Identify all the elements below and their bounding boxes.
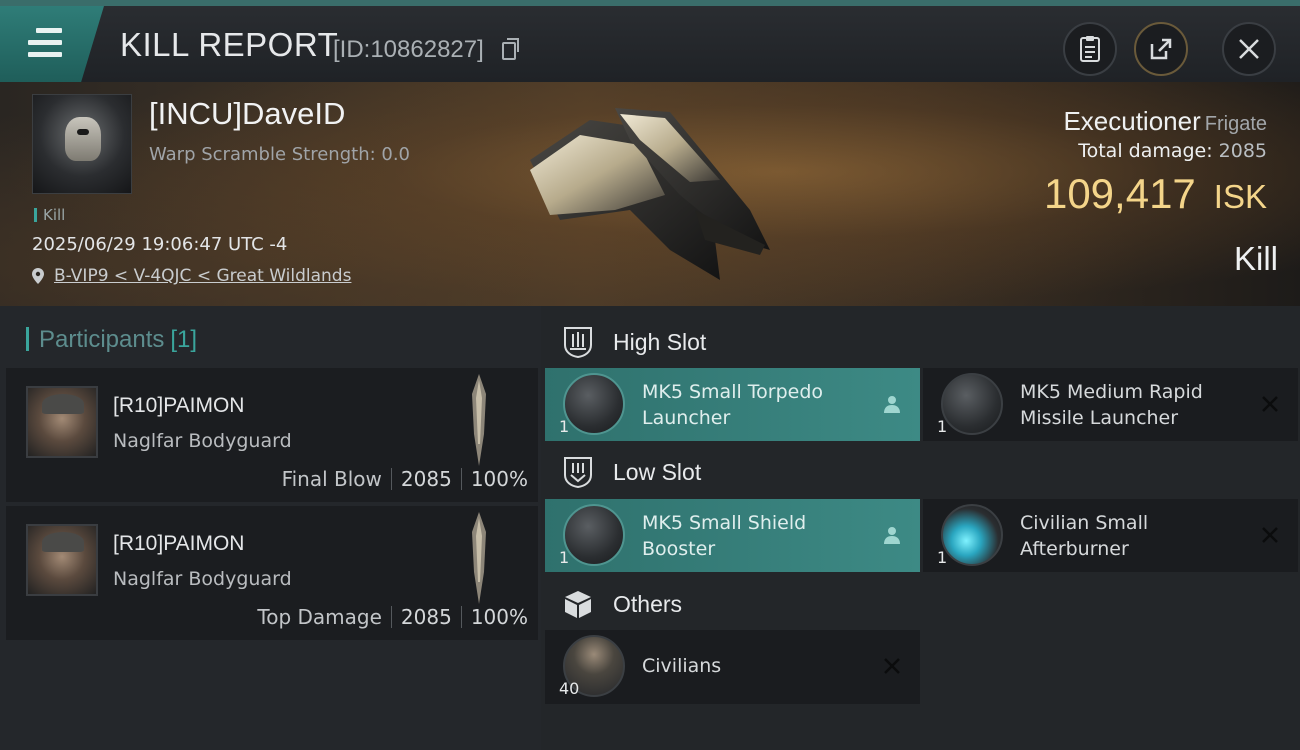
others-header: Others <box>561 584 682 624</box>
module-quantity: 1 <box>937 548 948 567</box>
destroyed-x-icon <box>1262 396 1278 412</box>
victim-avatar[interactable] <box>32 94 132 194</box>
low-slot-icon <box>564 457 592 489</box>
participant-ship-icon <box>472 512 486 604</box>
participant-ship: Naglfar Bodyguard <box>113 430 292 452</box>
participant-row[interactable]: [R10]PAIMON Naglfar Bodyguard Final Blow… <box>6 368 538 502</box>
torpedo-launcher-icon <box>563 373 625 435</box>
missile-launcher-icon <box>941 373 1003 435</box>
participant-avatar <box>26 524 98 596</box>
module-name: Civilian Small Afterburner <box>1020 512 1149 560</box>
module-item[interactable]: 1 MK5 Medium Rapid Missile Launcher <box>923 368 1298 441</box>
kill-timestamp: 2025/06/29 19:06:47 UTC -4 <box>32 234 288 255</box>
participant-name: [R10]PAIMON <box>113 532 245 555</box>
kill-tag: Kill <box>34 206 65 224</box>
participant-row[interactable]: [R10]PAIMON Naglfar Bodyguard Top Damage… <box>6 506 538 640</box>
victim-ship[interactable]: Executioner Frigate <box>1063 106 1267 137</box>
afterburner-icon <box>941 504 1003 566</box>
participant-name: [R10]PAIMON <box>113 394 245 417</box>
page-title: KILL REPORT <box>120 26 339 63</box>
destroyed-x-icon <box>884 658 900 674</box>
participants-header: Participants [1] <box>26 326 197 354</box>
module-item[interactable]: 40 Civilians <box>545 630 920 704</box>
module-quantity: 1 <box>559 548 570 567</box>
victim-name[interactable]: [INCU]DaveID <box>149 96 345 132</box>
report-id: [ID:10862827] <box>333 36 484 63</box>
share-button[interactable] <box>1134 22 1188 76</box>
participant-avatar <box>26 386 98 458</box>
hamburger-icon <box>28 28 62 64</box>
dropped-person-icon <box>884 396 900 413</box>
participant-ship: Naglfar Bodyguard <box>113 568 292 590</box>
module-quantity: 1 <box>937 417 948 436</box>
total-damage: Total damage: 2085 <box>1078 140 1267 162</box>
cargo-box-icon <box>565 591 591 618</box>
module-name: MK5 Small Torpedo Launcher <box>642 381 824 429</box>
module-quantity: 40 <box>559 679 580 698</box>
module-quantity: 1 <box>559 417 570 436</box>
kill-summary-panel: [INCU]DaveID Warp Scramble Strength: 0.0… <box>0 82 1300 306</box>
high-slot-header: High Slot <box>561 322 706 362</box>
module-name: MK5 Small Shield Booster <box>642 512 807 560</box>
share-icon <box>1150 38 1172 60</box>
module-name: Civilians <box>642 655 722 677</box>
module-item[interactable]: 1 Civilian Small Afterburner <box>923 499 1298 572</box>
kill-location[interactable]: B-VIP9 < V-4QJC < Great Wildlands <box>32 266 351 286</box>
destroyed-x-icon <box>1262 527 1278 543</box>
module-item[interactable]: 1 MK5 Small Torpedo Launcher <box>545 368 920 441</box>
module-item[interactable]: 1 MK5 Small Shield Booster <box>545 499 920 572</box>
fittings-panel: High Slot 1 MK5 Small Torpedo Launcher 1 … <box>541 306 1300 750</box>
dropped-person-icon <box>884 527 900 544</box>
module-name: MK5 Medium Rapid Missile Launcher <box>1020 381 1203 429</box>
participants-panel: Participants [1] [R10]PAIMON Naglfar Body… <box>0 306 541 750</box>
shield-booster-icon <box>563 504 625 566</box>
clipboard-button[interactable] <box>1063 22 1117 76</box>
copy-icon[interactable] <box>502 38 519 60</box>
participant-stats: Top Damage 2085 100% <box>257 605 528 629</box>
top-bar: KILL REPORT [ID:10862827] <box>0 0 1300 82</box>
ship-image <box>530 108 770 280</box>
clipboard-icon <box>1080 36 1100 62</box>
menu-button[interactable] <box>0 6 104 82</box>
high-slot-icon <box>564 327 592 359</box>
warp-scramble-strength: Warp Scramble Strength: 0.0 <box>149 144 411 165</box>
location-pin-icon <box>32 268 44 284</box>
kill-type-label: Kill <box>1233 240 1278 277</box>
close-button[interactable] <box>1222 22 1276 76</box>
close-icon <box>1239 39 1259 59</box>
low-slot-header: Low Slot <box>561 452 701 492</box>
participant-stats: Final Blow 2085 100% <box>281 467 528 491</box>
isk-value: 109,417 ISK <box>1043 170 1267 217</box>
participant-ship-icon <box>472 374 486 466</box>
